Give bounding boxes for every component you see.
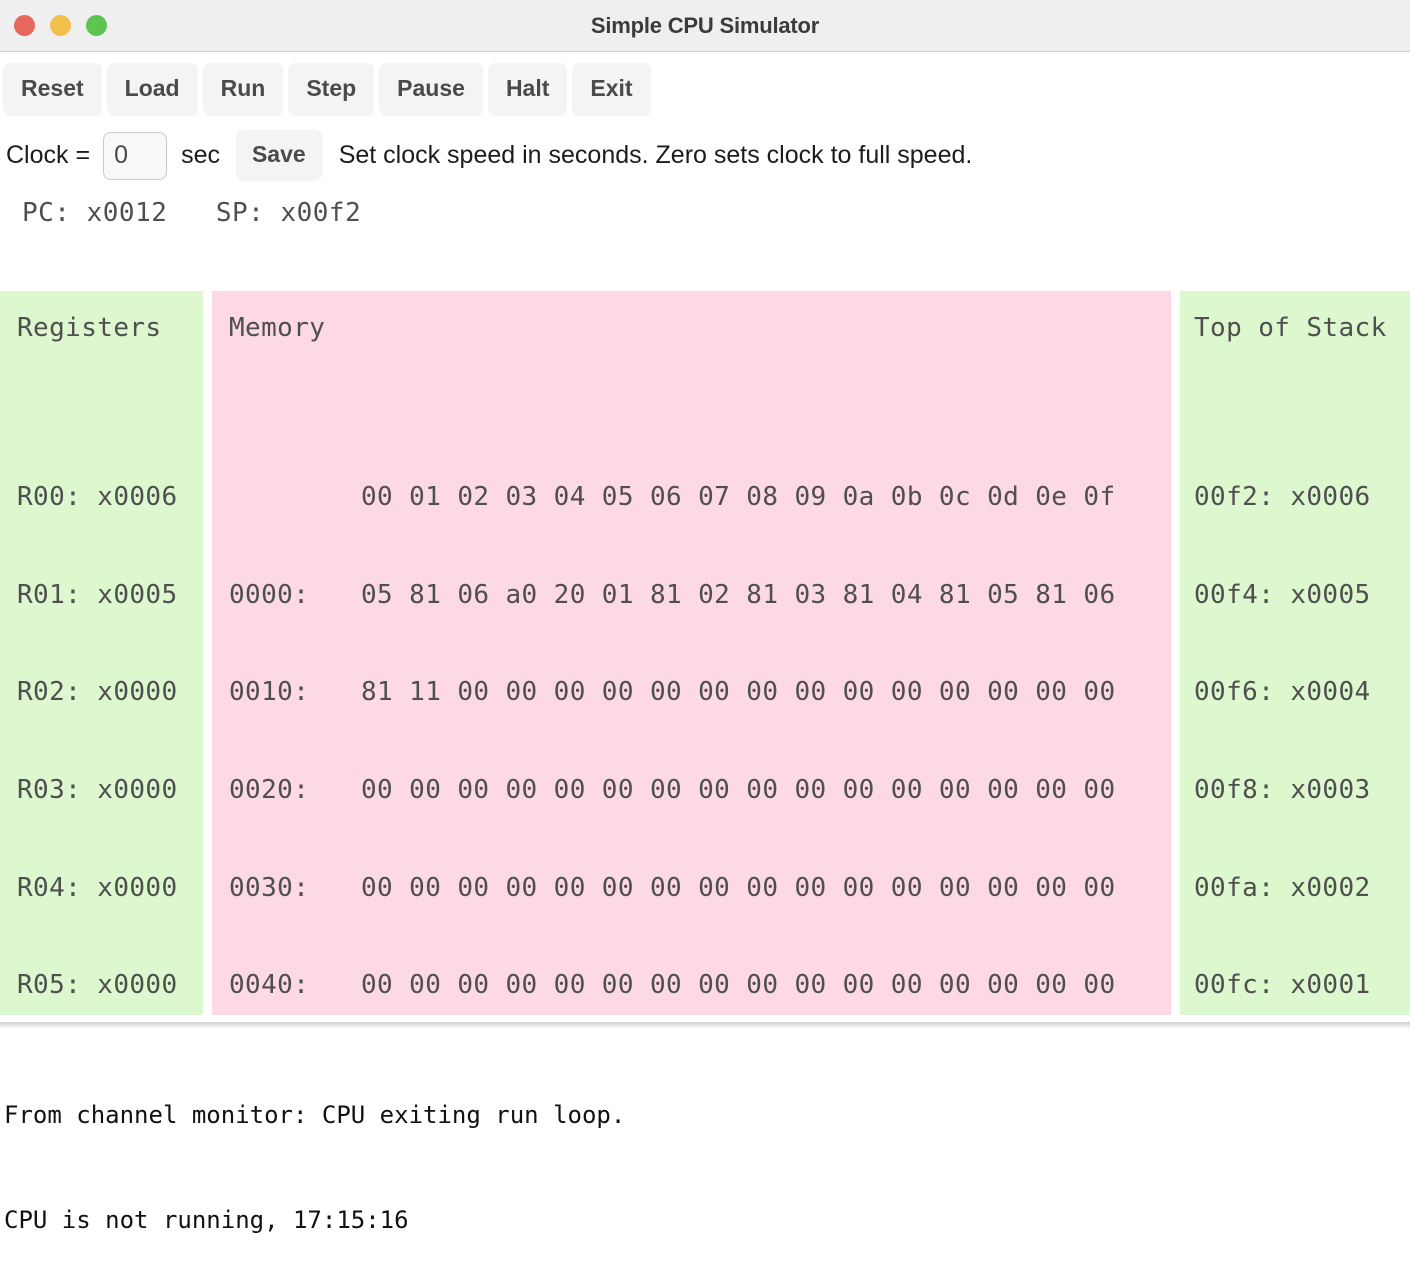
memory-row-address: 0020: bbox=[229, 775, 310, 806]
memory-row-bytes: 00 00 00 00 00 00 00 00 00 00 00 00 00 0… bbox=[361, 775, 1116, 806]
stack-panel: Top of Stack 00f2: x0006 00f4: x0005 00f… bbox=[1180, 291, 1410, 1015]
window-controls bbox=[14, 15, 107, 36]
memory-dump: 00 01 02 03 04 05 06 07 08 09 0a 0b 0c 0… bbox=[212, 416, 1171, 1015]
register-row: R03: x0000 bbox=[17, 775, 178, 806]
status-log: From channel monitor: CPU exiting run lo… bbox=[0, 1028, 1410, 1273]
register-row: R01: x0005 bbox=[17, 579, 178, 610]
memory-row-bytes: 05 81 06 a0 20 01 81 02 81 03 81 04 81 0… bbox=[361, 579, 1116, 610]
memory-row-address: 0030: bbox=[229, 872, 310, 903]
stack-row: 00f8: x0003 bbox=[1194, 775, 1371, 806]
memory-row: 0000: 05 81 06 a0 20 01 81 02 81 03 81 04… bbox=[229, 579, 1171, 612]
toolbar: Reset Load Run Step Pause Halt Exit bbox=[0, 52, 1410, 116]
halt-button[interactable]: Halt bbox=[487, 63, 568, 116]
stack-row: 00fc: x0001 bbox=[1194, 970, 1371, 1001]
clock-label: Clock = bbox=[6, 141, 91, 169]
minimize-icon[interactable] bbox=[50, 15, 71, 36]
stack-list: 00f2: x0006 00f4: x0005 00f6: x0004 00f8… bbox=[1180, 416, 1410, 1015]
memory-row: 0030: 00 00 00 00 00 00 00 00 00 00 00 00… bbox=[229, 872, 1171, 905]
memory-row: 0010: 81 11 00 00 00 00 00 00 00 00 00 00… bbox=[229, 676, 1171, 709]
memory-column-header: 00 01 02 03 04 05 06 07 08 09 0a 0b 0c 0… bbox=[229, 481, 1171, 514]
stack-header: Top of Stack bbox=[1194, 313, 1387, 343]
memory-row-bytes: 00 00 00 00 00 00 00 00 00 00 00 00 00 0… bbox=[361, 872, 1116, 903]
zoom-icon[interactable] bbox=[86, 15, 107, 36]
close-icon[interactable] bbox=[14, 15, 35, 36]
register-row: R02: x0000 bbox=[17, 677, 178, 708]
stack-row: 00f4: x0005 bbox=[1194, 579, 1371, 610]
register-row: R04: x0000 bbox=[17, 872, 178, 903]
memory-column-header-bytes: 00 01 02 03 04 05 06 07 08 09 0a 0b 0c 0… bbox=[361, 482, 1116, 513]
clock-speed-input[interactable] bbox=[103, 131, 168, 180]
registers-list: R00: x0006 R01: x0005 R02: x0000 R03: x0… bbox=[0, 416, 203, 1015]
pause-button[interactable]: Pause bbox=[379, 63, 483, 116]
memory-row-address: 0010: bbox=[229, 677, 310, 708]
status-line-1: From channel monitor: CPU exiting run lo… bbox=[4, 1101, 626, 1129]
panels-container: Registers R00: x0006 R01: x0005 R02: x00… bbox=[0, 291, 1410, 1015]
clock-settings-row: Clock = sec Save Set clock speed in seco… bbox=[0, 116, 1410, 181]
status-line-2: CPU is not running, 17:15:16 bbox=[4, 1206, 409, 1234]
stack-row: 00f2: x0006 bbox=[1194, 482, 1371, 513]
load-button[interactable]: Load bbox=[106, 63, 198, 116]
register-row: R00: x0006 bbox=[17, 482, 178, 513]
window-title: Simple CPU Simulator bbox=[590, 12, 820, 38]
clock-hint-text: Set clock speed in seconds. Zero sets cl… bbox=[338, 141, 973, 169]
stack-row: 00f6: x0004 bbox=[1194, 677, 1371, 708]
registers-header: Registers bbox=[17, 313, 162, 343]
memory-row-address: 0000: bbox=[229, 579, 310, 610]
pc-sp-readout: PC: x0012 SP: x00f2 bbox=[22, 198, 362, 228]
memory-header: Memory bbox=[229, 313, 326, 343]
memory-row: 0020: 00 00 00 00 00 00 00 00 00 00 00 00… bbox=[229, 774, 1171, 807]
memory-panel: Memory 00 01 02 03 04 05 06 07 08 09 0a … bbox=[212, 291, 1171, 1015]
window-titlebar: Simple CPU Simulator bbox=[0, 0, 1410, 52]
stack-row: 00fa: x0002 bbox=[1194, 872, 1371, 903]
save-button[interactable]: Save bbox=[235, 130, 322, 181]
exit-button[interactable]: Exit bbox=[572, 63, 651, 116]
run-button[interactable]: Run bbox=[202, 63, 284, 116]
memory-row-bytes: 81 11 00 00 00 00 00 00 00 00 00 00 00 0… bbox=[361, 677, 1116, 708]
reset-button[interactable]: Reset bbox=[3, 63, 102, 116]
step-button[interactable]: Step bbox=[288, 63, 375, 116]
memory-row-address: 0040: bbox=[229, 970, 310, 1001]
memory-row-bytes: 00 00 00 00 00 00 00 00 00 00 00 00 00 0… bbox=[361, 970, 1116, 1001]
registers-panel: Registers R00: x0006 R01: x0005 R02: x00… bbox=[0, 291, 203, 1015]
clock-unit-label: sec bbox=[181, 141, 220, 169]
register-row: R05: x0000 bbox=[17, 970, 178, 1001]
memory-row: 0040: 00 00 00 00 00 00 00 00 00 00 00 00… bbox=[229, 969, 1171, 1002]
